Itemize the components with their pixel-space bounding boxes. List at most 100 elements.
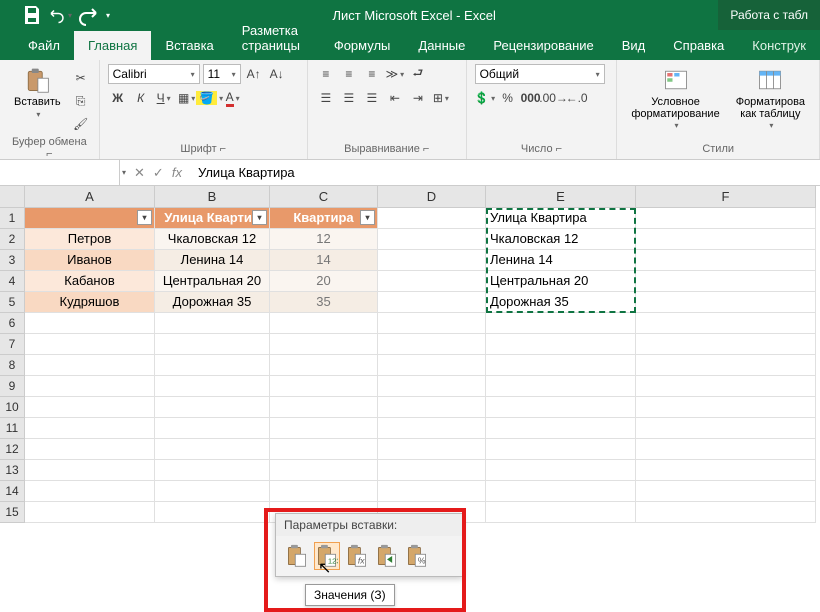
cell[interactable] [378, 481, 486, 502]
row-header[interactable]: 9 [0, 376, 25, 397]
comma-icon[interactable]: 000 [521, 88, 541, 108]
cell[interactable]: 14 [270, 250, 378, 271]
cell[interactable] [270, 460, 378, 481]
cell[interactable]: Ленина 14 [486, 250, 636, 271]
undo-icon[interactable]: ▾ [48, 3, 72, 27]
paste-option-formulas[interactable]: fx [344, 542, 370, 570]
row-header[interactable]: 12 [0, 439, 25, 460]
cell[interactable]: Центральная 20 [155, 271, 270, 292]
cut-icon[interactable]: ✂ [71, 68, 91, 88]
tab-file[interactable]: Файл [14, 31, 74, 60]
row-header[interactable]: 13 [0, 460, 25, 481]
cell[interactable] [378, 292, 486, 313]
cell[interactable]: Улица Квартир▾ [155, 208, 270, 229]
cell[interactable] [486, 502, 636, 523]
copy-icon[interactable]: ⎘ [71, 91, 91, 111]
cell[interactable] [270, 313, 378, 334]
cell[interactable] [636, 250, 816, 271]
cell[interactable] [270, 376, 378, 397]
cell[interactable] [270, 481, 378, 502]
borders-button[interactable]: ▦▾ [177, 88, 197, 108]
align-middle-icon[interactable]: ≡ [339, 64, 359, 84]
row-header[interactable]: 2 [0, 229, 25, 250]
align-top-icon[interactable]: ≡ [316, 64, 336, 84]
cell[interactable] [636, 502, 816, 523]
italic-button[interactable]: К [131, 88, 151, 108]
cell[interactable] [25, 334, 155, 355]
row-header[interactable]: 6 [0, 313, 25, 334]
cell[interactable] [270, 355, 378, 376]
font-color-button[interactable]: A▾ [223, 88, 243, 108]
cell[interactable]: Центральная 20 [486, 271, 636, 292]
cell[interactable] [25, 313, 155, 334]
align-left-icon[interactable]: ☰ [316, 88, 336, 108]
cell[interactable] [378, 460, 486, 481]
enter-formula-icon[interactable]: ✓ [153, 165, 164, 181]
cell[interactable] [270, 418, 378, 439]
cell[interactable]: Дорожная 35 [486, 292, 636, 313]
cell[interactable] [486, 418, 636, 439]
align-right-icon[interactable]: ☰ [362, 88, 382, 108]
cell[interactable] [155, 334, 270, 355]
paste-option-formatting[interactable]: % [404, 542, 430, 570]
cell[interactable] [636, 397, 816, 418]
filter-dropdown-icon[interactable]: ▾ [360, 210, 375, 225]
percent-icon[interactable]: % [498, 88, 518, 108]
cell[interactable] [270, 397, 378, 418]
row-header[interactable]: 8 [0, 355, 25, 376]
cell[interactable] [378, 313, 486, 334]
cell[interactable] [486, 334, 636, 355]
cell[interactable] [378, 397, 486, 418]
paste-option-all[interactable] [284, 542, 310, 570]
row-header[interactable]: 3 [0, 250, 25, 271]
cell[interactable] [378, 418, 486, 439]
paste-option-transpose[interactable] [374, 542, 400, 570]
cell[interactable] [636, 460, 816, 481]
cell[interactable] [155, 460, 270, 481]
paste-button[interactable]: Вставить ▾ [8, 64, 67, 134]
row-header[interactable]: 14 [0, 481, 25, 502]
decrease-font-icon[interactable]: A↓ [267, 64, 287, 84]
cell[interactable] [378, 208, 486, 229]
cell[interactable]: Иванов [25, 250, 155, 271]
cell[interactable] [486, 397, 636, 418]
font-name-combo[interactable]: Calibri▾ [108, 64, 200, 84]
merge-cells-icon[interactable]: ⊞▾ [431, 88, 451, 108]
col-header-f[interactable]: F [636, 186, 816, 208]
align-center-icon[interactable]: ☰ [339, 88, 359, 108]
cell[interactable] [270, 439, 378, 460]
cell[interactable]: Чкаловская 12 [486, 229, 636, 250]
cell[interactable] [378, 355, 486, 376]
conditional-formatting-button[interactable]: Условное форматирование▾ [625, 64, 725, 141]
cell[interactable] [636, 208, 816, 229]
cell[interactable] [636, 418, 816, 439]
bold-button[interactable]: Ж [108, 88, 128, 108]
cell[interactable] [636, 313, 816, 334]
cell[interactable] [636, 292, 816, 313]
cell[interactable] [636, 271, 816, 292]
cell[interactable] [636, 229, 816, 250]
insert-function-icon[interactable]: fx [172, 165, 182, 181]
cell[interactable] [486, 313, 636, 334]
cell[interactable] [486, 355, 636, 376]
format-painter-icon[interactable]: 🖌 [71, 114, 91, 134]
increase-decimal-icon[interactable]: .00→ [544, 88, 564, 108]
tab-layout[interactable]: Разметка страницы [228, 16, 320, 60]
row-header[interactable]: 10 [0, 397, 25, 418]
cancel-formula-icon[interactable]: ✕ [134, 165, 145, 181]
cell[interactable] [270, 334, 378, 355]
cell[interactable] [378, 439, 486, 460]
cell[interactable] [378, 229, 486, 250]
cell[interactable] [378, 376, 486, 397]
cell[interactable] [378, 250, 486, 271]
tab-data[interactable]: Данные [404, 31, 479, 60]
cell[interactable] [155, 439, 270, 460]
align-bottom-icon[interactable]: ≡ [362, 64, 382, 84]
cell[interactable]: 20 [270, 271, 378, 292]
format-as-table-button[interactable]: Форматирова как таблицу▾ [730, 64, 811, 141]
cell[interactable] [25, 418, 155, 439]
number-format-combo[interactable]: Общий▾ [475, 64, 605, 84]
font-size-combo[interactable]: 11▾ [203, 64, 241, 84]
cell[interactable] [636, 376, 816, 397]
cell[interactable] [486, 460, 636, 481]
